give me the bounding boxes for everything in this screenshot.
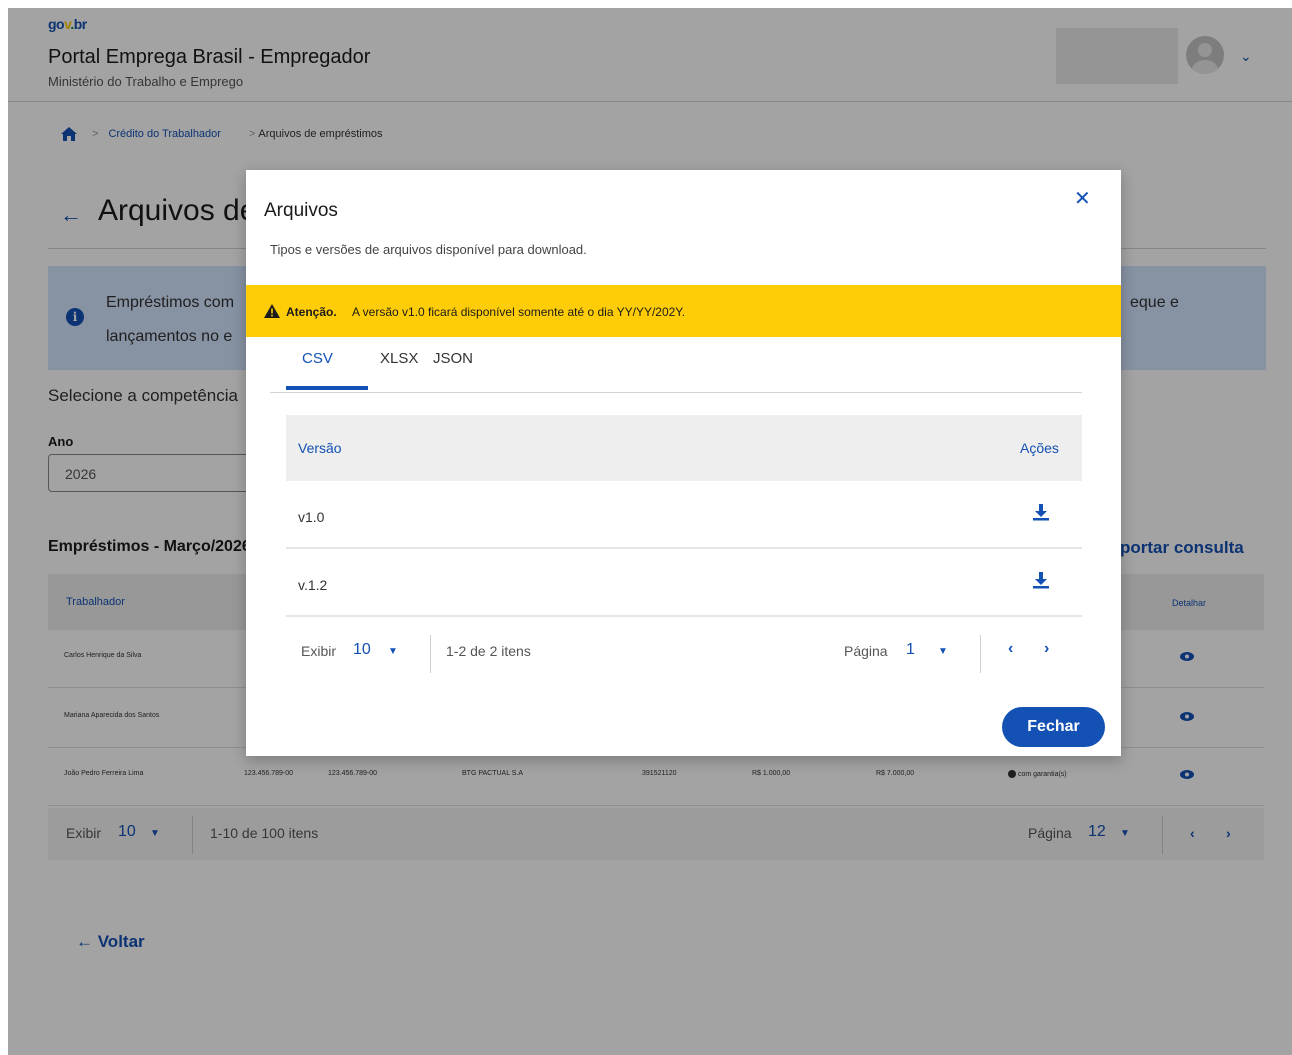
chevron-down-icon[interactable]: ▼	[938, 646, 948, 657]
version-label: v1.0	[298, 509, 325, 525]
download-icon[interactable]	[1032, 503, 1050, 521]
alert-message: A versão v1.0 ficará disponível somente …	[352, 305, 686, 319]
download-icon[interactable]	[1032, 571, 1050, 589]
versions-table-header: Versão Ações	[286, 415, 1082, 481]
items-range: 1-2 de 2 itens	[446, 643, 531, 659]
tab-json[interactable]: JSON	[433, 350, 473, 367]
table-row: v.1.2	[286, 549, 1082, 617]
page-size-select[interactable]: 10	[353, 641, 371, 659]
page-select[interactable]: 1	[906, 641, 915, 659]
version-label: v.1.2	[298, 577, 328, 593]
show-label: Exibir	[301, 643, 337, 659]
alert-title: Atenção.	[286, 305, 337, 319]
divider	[980, 635, 981, 673]
column-header-version: Versão	[298, 440, 342, 456]
modal-title: Arquivos	[264, 200, 338, 221]
chevron-down-icon[interactable]: ▼	[388, 646, 398, 657]
tab-csv[interactable]: CSV	[302, 350, 333, 367]
table-row: v1.0	[286, 481, 1082, 549]
modal-description: Tipos e versões de arquivos disponível p…	[270, 242, 587, 257]
column-header-actions: Ações	[1020, 440, 1059, 456]
close-button[interactable]: Fechar	[1002, 707, 1105, 747]
page-label: Página	[844, 643, 888, 659]
tab-xlsx[interactable]: XLSX	[380, 350, 418, 367]
warning-icon	[264, 304, 280, 318]
chevron-right-icon[interactable]: ›	[1044, 640, 1049, 658]
divider	[270, 392, 1082, 393]
close-icon[interactable]: ✕	[1074, 186, 1091, 211]
chevron-left-icon[interactable]: ‹	[1008, 640, 1013, 658]
files-modal: ✕ Arquivos Tipos e versões de arquivos d…	[246, 170, 1121, 756]
active-tab-indicator	[286, 386, 368, 390]
warning-alert: Atenção. A versão v1.0 ficará disponível…	[246, 285, 1121, 337]
divider	[430, 635, 431, 673]
versions-table-pagination: Exibir 10 ▼ 1-2 de 2 itens Página 1 ▼ ‹ …	[286, 625, 1082, 677]
